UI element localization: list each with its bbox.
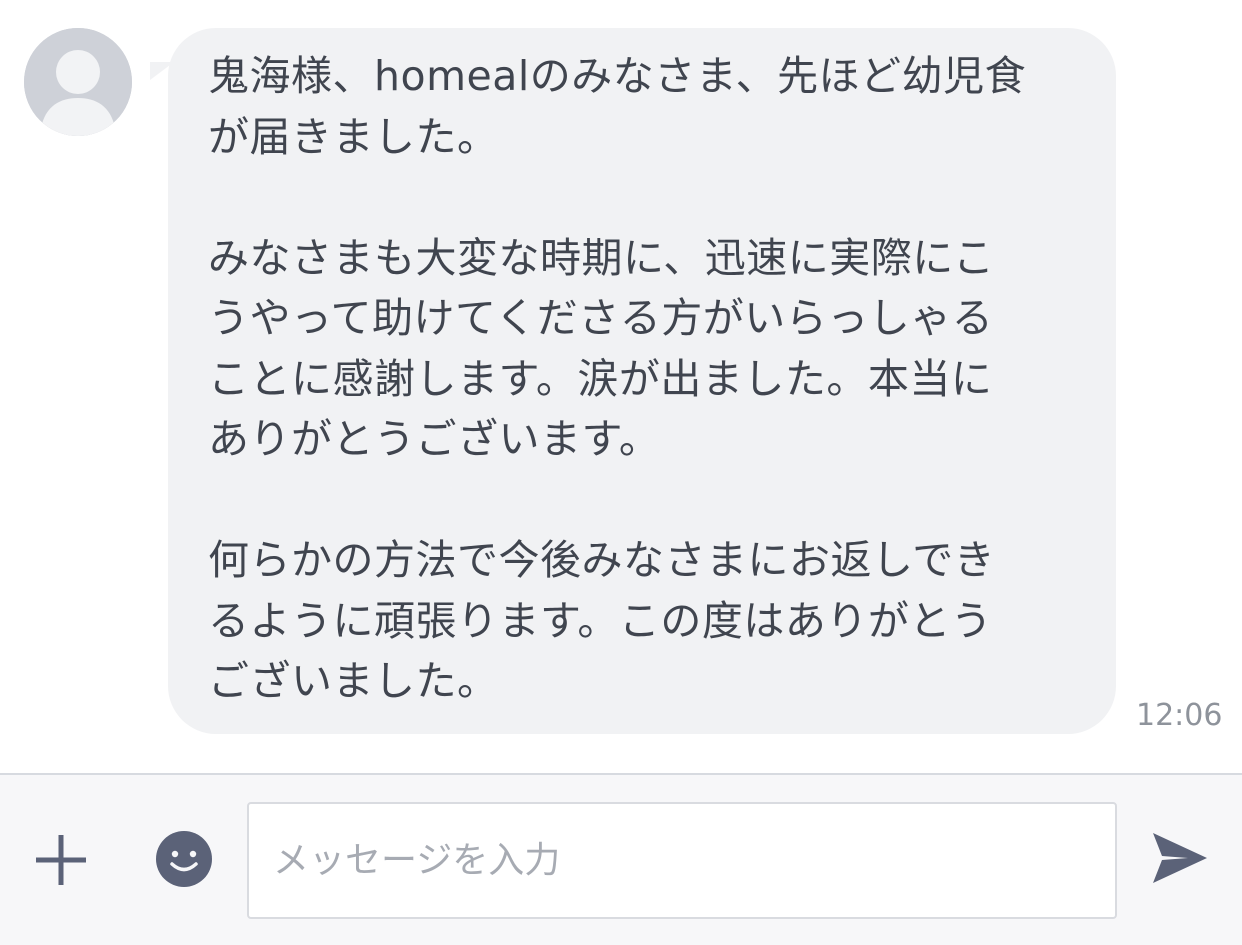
emoji-button[interactable] — [155, 830, 213, 888]
message-text: 鬼海様、homealのみなさま、先ほど幼児食 が届きました。 みなさまも大変な時… — [208, 52, 1027, 705]
send-button[interactable] — [1150, 829, 1210, 887]
message-timestamp: 12:06 — [1136, 698, 1223, 733]
smiley-icon — [156, 831, 212, 887]
send-icon — [1153, 833, 1207, 883]
plus-icon — [36, 835, 86, 885]
default-avatar-icon — [24, 28, 132, 136]
add-button[interactable] — [34, 833, 88, 887]
chat-area: 鬼海様、homealのみなさま、先ほど幼児食 が届きました。 みなさまも大変な時… — [0, 0, 1242, 774]
message-bubble[interactable]: 鬼海様、homealのみなさま、先ほど幼児食 が届きました。 みなさまも大変な時… — [168, 28, 1116, 734]
message-input[interactable] — [247, 802, 1117, 919]
input-bar — [0, 775, 1242, 945]
avatar[interactable] — [24, 28, 132, 136]
